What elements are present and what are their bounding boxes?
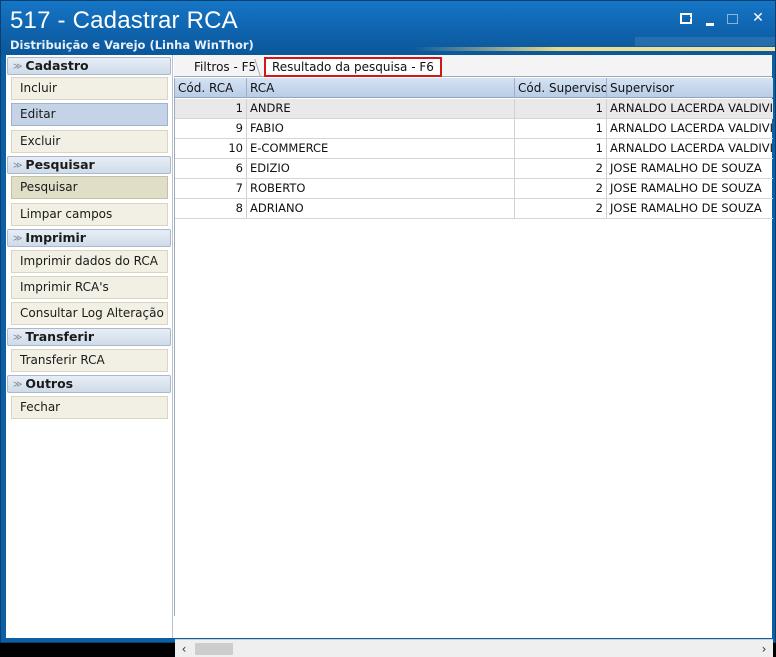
title-decoration	[635, 37, 775, 46]
grid-header: Cód. RCA RCA Cód. Supervisor Supervisor	[175, 78, 773, 98]
cell-cod-supervisor: 1	[515, 99, 607, 118]
window-title: 517 - Cadastrar RCA	[10, 7, 238, 34]
consultar-log-button[interactable]: Consultar Log Alteração	[11, 302, 168, 325]
minimize-icon	[706, 23, 714, 26]
fechar-button[interactable]: Fechar	[11, 396, 168, 419]
cell-cod-rca: 9	[175, 119, 247, 138]
scroll-left-icon[interactable]: ‹	[177, 642, 191, 656]
tab-filtros[interactable]: Filtros - F5	[194, 58, 256, 77]
window-client: ≫ Cadastro Incluir Editar Excluir ≫ Pesqui…	[6, 55, 773, 657]
cell-supervisor: JOSE RAMALHO DE SOUZA	[610, 181, 762, 195]
table-row[interactable]: 10 E-COMMERCE 1 ARNALDO LACERDA VALDIVIN…	[175, 139, 773, 159]
cell-rca: ROBERTO	[247, 179, 515, 198]
cell-cod-rca: 10	[175, 139, 247, 158]
table-row[interactable]: 7 ROBERTO 2 JOSE RAMALHO DE SOUZA	[175, 179, 773, 199]
cell-supervisor: ARNALDO LACERDA VALDIVINO	[610, 121, 773, 135]
action-sidebar: ≫ Cadastro Incluir Editar Excluir ≫ Pesqui…	[6, 55, 173, 638]
group-cadastro[interactable]: ≫ Cadastro	[7, 57, 171, 75]
minimize-button[interactable]	[701, 9, 719, 27]
title-bar: 517 - Cadastrar RCA Distribuição e Varej…	[1, 1, 775, 55]
cell-cod-rca: 6	[175, 159, 247, 178]
col-header-cod-supervisor[interactable]: Cód. Supervisor	[515, 78, 607, 98]
col-header-supervisor[interactable]: Supervisor	[607, 78, 773, 98]
maximize-icon	[726, 14, 738, 24]
app-window: 517 - Cadastrar RCA Distribuição e Varej…	[0, 0, 776, 657]
restore-button[interactable]	[677, 9, 695, 27]
group-transferir[interactable]: ≫ Transferir	[7, 328, 171, 346]
group-pesquisar[interactable]: ≫ Pesquisar	[7, 156, 171, 174]
cell-supervisor: JOSE RAMALHO DE SOUZA	[610, 201, 762, 215]
cell-supervisor: JOSE RAMALHO DE SOUZA	[610, 161, 762, 175]
cell-rca: E-COMMERCE	[247, 139, 515, 158]
group-title: Outros	[25, 376, 74, 391]
pesquisar-button[interactable]: Pesquisar	[11, 176, 168, 199]
chevron-collapse-icon: ≫	[13, 333, 23, 343]
results-grid: Cód. RCA RCA Cód. Supervisor Supervisor …	[174, 78, 773, 657]
window-subtitle: Distribuição e Varejo (Linha WinThor)	[10, 38, 254, 52]
chevron-collapse-icon: ≫	[13, 161, 23, 171]
tab-resultado[interactable]: Resultado da pesquisa - F6	[264, 57, 442, 77]
chevron-collapse-icon: ≫	[13, 62, 23, 72]
maximize-button[interactable]	[723, 9, 741, 27]
group-imprimir[interactable]: ≫ Imprimir	[7, 229, 171, 247]
group-title: Imprimir	[25, 230, 86, 245]
cell-supervisor: ARNALDO LACERDA VALDIVINO	[610, 141, 773, 155]
group-outros[interactable]: ≫ Outros	[7, 375, 171, 393]
title-accent-stripe	[413, 47, 775, 51]
horizontal-scrollbar[interactable]: ‹ ›	[175, 639, 773, 657]
col-header-cod-rca[interactable]: Cód. RCA	[175, 78, 247, 98]
table-row[interactable]: 1 ANDRE 1 ARNALDO LACERDA VALDIVINO	[175, 99, 773, 119]
scrollbar-thumb[interactable]	[195, 643, 233, 655]
editar-button[interactable]: Editar	[11, 103, 168, 126]
cell-supervisor: ARNALDO LACERDA VALDIVINO	[610, 101, 773, 115]
cell-cod-supervisor: 1	[515, 119, 607, 138]
incluir-button[interactable]: Incluir	[11, 77, 168, 100]
cell-rca: FABIO	[247, 119, 515, 138]
scroll-right-icon[interactable]: ›	[757, 642, 771, 656]
cell-rca: EDIZIO	[247, 159, 515, 178]
close-button[interactable]: ✕	[749, 9, 767, 27]
limpar-campos-button[interactable]: Limpar campos	[11, 203, 168, 226]
excluir-button[interactable]: Excluir	[11, 130, 168, 153]
chevron-collapse-icon: ≫	[13, 380, 23, 390]
cell-cod-rca: 8	[175, 199, 247, 218]
transferir-rca-button[interactable]: Transferir RCA	[11, 349, 168, 372]
cell-cod-supervisor: 2	[515, 199, 607, 218]
imprimir-rcas-button[interactable]: Imprimir RCA's	[11, 276, 168, 299]
group-title: Cadastro	[25, 58, 89, 73]
cell-cod-supervisor: 2	[515, 179, 607, 198]
tab-strip: Filtros - F5 Resultado da pesquisa - F6	[174, 55, 772, 77]
close-icon: ✕	[752, 10, 764, 26]
table-row[interactable]: 6 EDIZIO 2 JOSE RAMALHO DE SOUZA	[175, 159, 773, 179]
cell-cod-rca: 1	[175, 99, 247, 118]
table-row[interactable]: 8 ADRIANO 2 JOSE RAMALHO DE SOUZA	[175, 199, 773, 219]
chevron-collapse-icon: ≫	[13, 234, 23, 244]
cell-rca: ADRIANO	[247, 199, 515, 218]
restore-icon	[680, 13, 692, 24]
group-title: Transferir	[25, 329, 95, 344]
cell-cod-supervisor: 1	[515, 139, 607, 158]
cell-rca: ANDRE	[247, 99, 515, 118]
cell-cod-rca: 7	[175, 179, 247, 198]
group-title: Pesquisar	[25, 157, 95, 172]
col-header-rca[interactable]: RCA	[247, 78, 515, 98]
imprimir-dados-button[interactable]: Imprimir dados do RCA	[11, 250, 168, 273]
main-panel: Filtros - F5 Resultado da pesquisa - F6 …	[174, 55, 773, 657]
table-row[interactable]: 9 FABIO 1 ARNALDO LACERDA VALDIVINO	[175, 119, 773, 139]
cell-cod-supervisor: 2	[515, 159, 607, 178]
